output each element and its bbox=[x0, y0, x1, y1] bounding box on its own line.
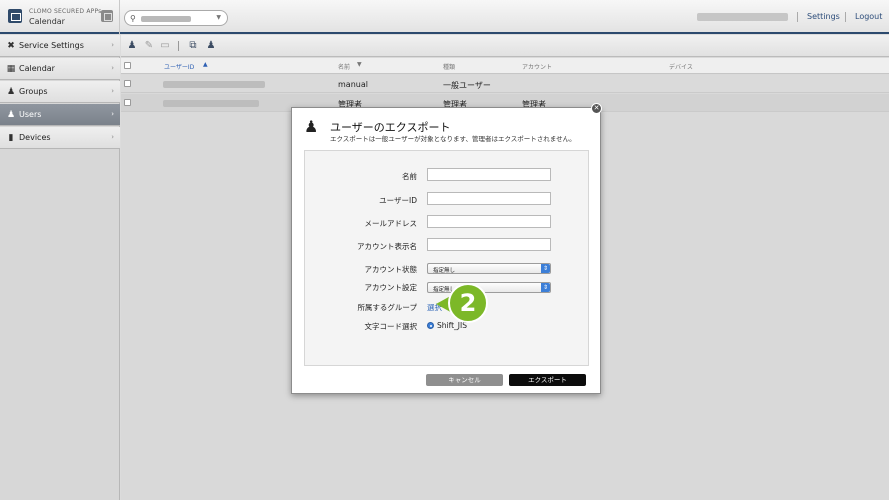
group-icon: ♟ bbox=[6, 87, 16, 97]
userid-redacted bbox=[163, 100, 259, 107]
row-checkbox[interactable] bbox=[124, 99, 131, 106]
select-all-checkbox[interactable] bbox=[124, 62, 131, 69]
column-header-name[interactable]: 名前 bbox=[338, 62, 350, 71]
app-switcher-icon[interactable] bbox=[101, 10, 113, 22]
step-number: 2 bbox=[448, 283, 488, 323]
sort-asc-icon: ▲ bbox=[203, 61, 208, 68]
export-button[interactable]: エクスポート bbox=[509, 374, 586, 386]
userid-redacted bbox=[163, 81, 265, 88]
search-value-redacted bbox=[141, 16, 191, 22]
chevron-right-icon: › bbox=[111, 41, 114, 49]
header-separator bbox=[845, 12, 846, 22]
email-label: メールアドレス bbox=[364, 219, 418, 228]
column-header-account[interactable]: アカウント bbox=[522, 62, 552, 71]
toolbar-separator bbox=[178, 41, 179, 51]
name-input[interactable] bbox=[427, 168, 551, 181]
cancel-button[interactable]: キャンセル bbox=[426, 374, 503, 386]
name-label: 名前 bbox=[402, 172, 417, 181]
export-user-icon[interactable]: ♟ bbox=[205, 40, 217, 52]
dialog-subtitle: エクスポートは一般ユーザーが対象となります、管理者はエクスポートされません。 bbox=[330, 135, 576, 143]
sidebar-item-calendar[interactable]: ▦ Calendar › bbox=[0, 58, 120, 80]
column-header-device[interactable]: デバイス bbox=[669, 62, 693, 71]
row-checkbox[interactable] bbox=[124, 80, 131, 87]
table-header: ユーザーID ▲ 名前 ▼ 種類 アカウント デバイス bbox=[121, 58, 889, 74]
sidebar-item-label: Calendar bbox=[19, 64, 55, 73]
app-name: Calendar bbox=[29, 17, 65, 26]
sidebar-item-label: Users bbox=[19, 110, 42, 119]
sidebar-item-service-settings[interactable]: ✖ Service Settings › bbox=[0, 35, 120, 57]
column-header-userid[interactable]: ユーザーID bbox=[164, 62, 194, 71]
column-header-type[interactable]: 種類 bbox=[443, 62, 455, 71]
email-input[interactable] bbox=[427, 215, 551, 228]
settings-link[interactable]: Settings bbox=[807, 12, 840, 21]
userid-input[interactable] bbox=[427, 192, 551, 205]
chevron-down-icon[interactable]: ▼ bbox=[216, 14, 221, 21]
header-divider bbox=[119, 0, 120, 34]
delete-icon[interactable]: ▭ bbox=[159, 40, 171, 52]
header-separator bbox=[797, 12, 798, 22]
sidebar-item-label: Service Settings bbox=[19, 41, 84, 50]
chevron-right-icon: › bbox=[111, 110, 114, 118]
cell-type: 一般ユーザー bbox=[443, 81, 491, 90]
sidebar-item-devices[interactable]: ▮ Devices › bbox=[0, 127, 120, 149]
encoding-radio-shiftjis[interactable] bbox=[427, 322, 434, 329]
close-icon[interactable]: ✕ bbox=[591, 103, 602, 114]
sidebar-item-users[interactable]: ♟ Users › bbox=[0, 104, 120, 126]
search-field[interactable]: ⚲ ▼ bbox=[124, 10, 228, 26]
sort-icon: ▼ bbox=[357, 61, 362, 68]
account-status-value: 指定無し bbox=[433, 268, 456, 274]
sidebar-item-label: Devices bbox=[19, 133, 51, 142]
group-label: 所属するグループ bbox=[357, 303, 417, 312]
chevron-right-icon: › bbox=[111, 87, 114, 95]
calendar-app-icon bbox=[8, 9, 22, 23]
sidebar-item-label: Groups bbox=[19, 87, 48, 96]
search-icon: ⚲ bbox=[130, 14, 136, 23]
select-arrows-icon: ⇕ bbox=[541, 264, 550, 273]
export-filter-panel: 名前 ユーザーID メールアドレス アカウント表示名 アカウント状態 指定無し … bbox=[304, 150, 589, 366]
add-user-icon[interactable]: ♟ bbox=[126, 40, 138, 52]
sidebar-item-groups[interactable]: ♟ Groups › bbox=[0, 81, 120, 103]
table-row[interactable]: manual 一般ユーザー bbox=[121, 75, 889, 93]
account-setting-label: アカウント設定 bbox=[364, 283, 418, 292]
import-icon[interactable]: ⧉ bbox=[187, 40, 199, 52]
cell-name: manual bbox=[338, 80, 368, 89]
encoding-label: 文字コード選択 bbox=[364, 322, 418, 331]
wrench-icon: ✖ bbox=[7, 41, 15, 51]
account-status-label: アカウント状態 bbox=[364, 265, 418, 274]
display-name-label: アカウント表示名 bbox=[357, 242, 417, 251]
user-icon: ♟ bbox=[6, 110, 16, 120]
calendar-icon: ▦ bbox=[6, 64, 16, 74]
edit-icon[interactable]: ✎ bbox=[143, 40, 155, 52]
logout-link[interactable]: Logout bbox=[855, 12, 882, 21]
app-brand: CLOMO SECURED APPs bbox=[29, 8, 102, 15]
select-arrows-icon: ⇕ bbox=[541, 283, 550, 292]
app-header: CLOMO SECURED APPs Calendar ⚲ ▼ Settings… bbox=[0, 0, 889, 34]
account-status-select[interactable]: 指定無し ⇕ bbox=[427, 263, 551, 274]
export-users-dialog: ♟ ユーザーのエクスポート エクスポートは一般ユーザーが対象となります、管理者は… bbox=[291, 107, 601, 394]
step-marker: 2 bbox=[436, 283, 490, 325]
sidebar: ✖ Service Settings › ▦ Calendar › ♟ Grou… bbox=[0, 35, 120, 500]
chevron-right-icon: › bbox=[111, 64, 114, 72]
user-account-redacted bbox=[697, 13, 788, 21]
display-name-input[interactable] bbox=[427, 238, 551, 251]
device-icon: ▮ bbox=[8, 133, 14, 143]
userid-label: ユーザーID bbox=[379, 196, 417, 205]
toolbar: ♟ ✎ ▭ ⧉ ♟ bbox=[121, 35, 889, 57]
user-export-icon: ♟ bbox=[304, 117, 319, 136]
chevron-right-icon: › bbox=[111, 133, 114, 141]
